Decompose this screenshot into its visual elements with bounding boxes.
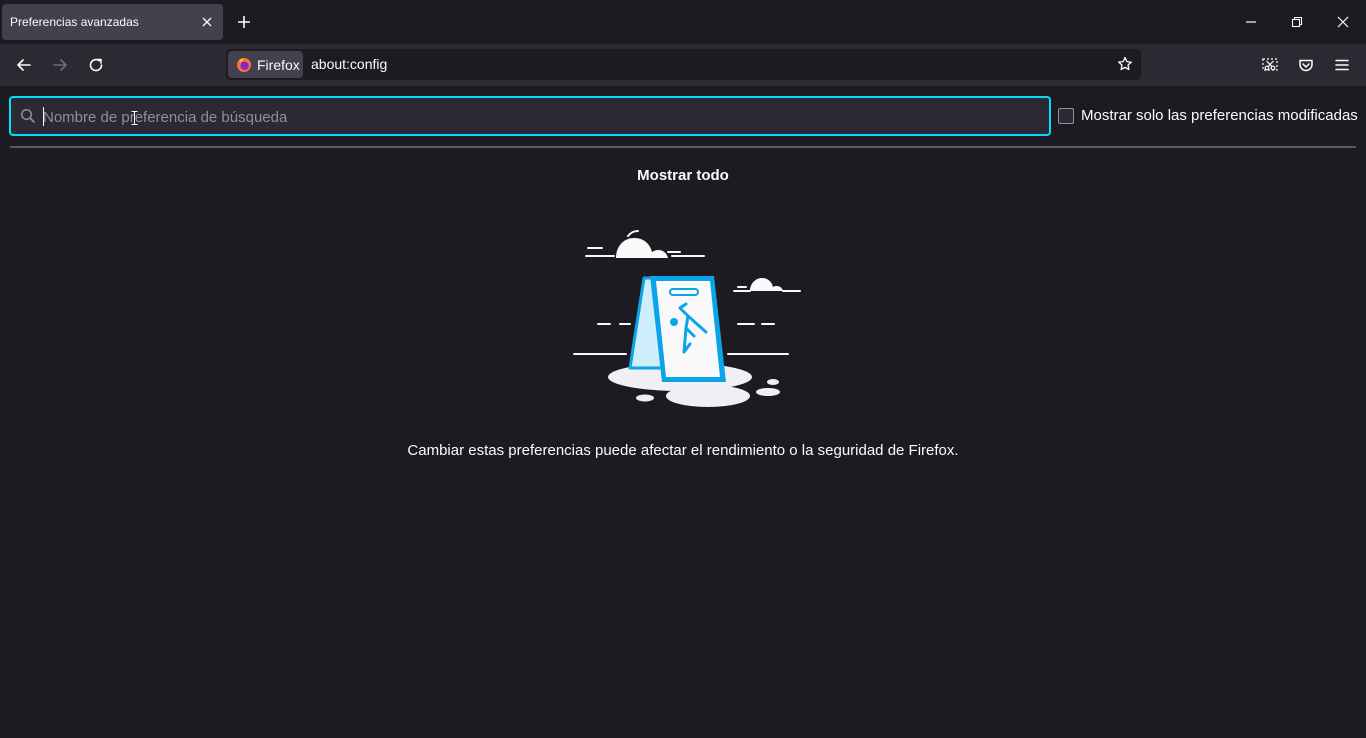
only-modified-toggle[interactable]: Mostrar solo las preferencias modificada… <box>1058 107 1358 124</box>
search-box[interactable] <box>9 96 1051 136</box>
tab-advanced-preferences[interactable]: Preferencias avanzadas <box>2 4 223 40</box>
arrow-left-icon[interactable] <box>11 52 37 78</box>
star-icon[interactable] <box>1115 54 1135 74</box>
minimize-icon[interactable] <box>1239 10 1263 34</box>
plus-icon[interactable] <box>233 11 255 33</box>
identity-label: Firefox <box>257 56 300 73</box>
tab-strip: Preferencias avanzadas <box>0 0 1366 44</box>
text-caret <box>43 107 44 126</box>
url-text[interactable]: about:config <box>311 56 387 72</box>
navigation-toolbar: Firefox about:config <box>0 44 1366 86</box>
only-modified-checkbox[interactable] <box>1058 107 1074 124</box>
only-modified-label[interactable]: Mostrar solo las preferencias modificada… <box>1081 107 1358 124</box>
tab-title: Preferencias avanzadas <box>10 15 139 29</box>
close-icon[interactable] <box>1331 10 1355 34</box>
arrow-right-icon[interactable] <box>47 52 73 78</box>
close-icon[interactable] <box>197 12 217 32</box>
screenshot-icon[interactable] <box>1257 52 1283 78</box>
search-icon <box>20 108 36 129</box>
identity-box[interactable]: Firefox <box>228 51 303 78</box>
divider <box>10 146 1356 148</box>
reload-icon[interactable] <box>83 52 109 78</box>
pocket-icon[interactable] <box>1293 52 1319 78</box>
search-input[interactable] <box>41 105 1025 129</box>
restore-icon[interactable] <box>1285 10 1309 34</box>
warning-illustration <box>568 224 808 419</box>
url-bar[interactable]: Firefox about:config <box>226 49 1141 80</box>
hamburger-menu-icon[interactable] <box>1329 52 1355 78</box>
warning-text: Cambiar estas preferencias puede afectar… <box>407 442 959 459</box>
ibeam-cursor-icon <box>131 111 138 130</box>
show-all-button[interactable]: Mostrar todo <box>583 167 783 184</box>
firefox-logo-icon <box>236 57 252 73</box>
